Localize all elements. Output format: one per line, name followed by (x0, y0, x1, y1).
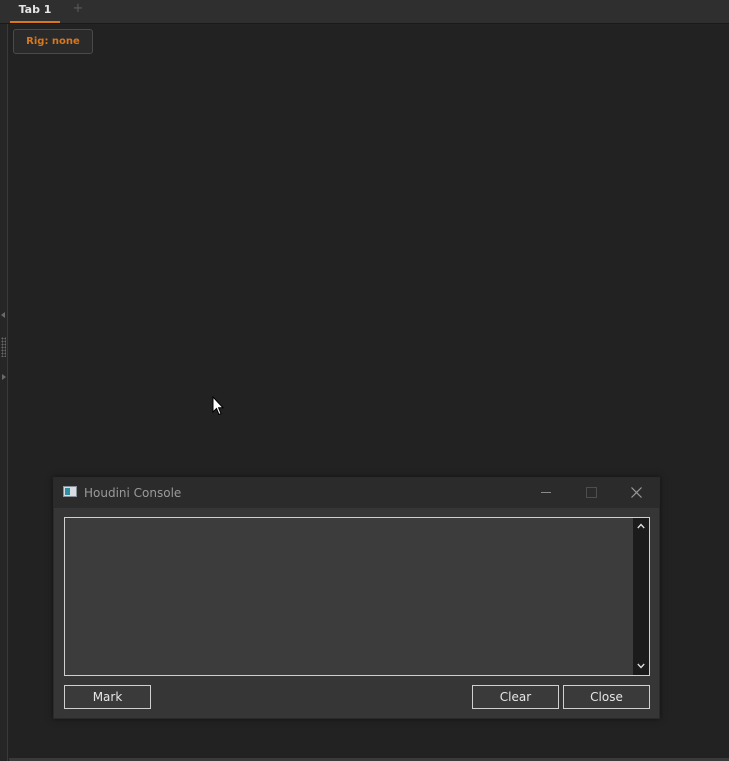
left-pane-splitter[interactable] (0, 24, 8, 761)
console-output[interactable] (64, 517, 650, 676)
tab-1[interactable]: Tab 1 (10, 0, 60, 23)
expand-right-arrow-icon[interactable] (2, 374, 6, 380)
close-window-button[interactable] (614, 478, 658, 508)
scroll-up-button[interactable] (633, 520, 649, 534)
close-button[interactable]: Close (563, 685, 650, 709)
chevron-down-icon (637, 663, 645, 669)
splitter-grip-icon[interactable] (1, 337, 6, 357)
add-tab-button[interactable]: + (72, 2, 84, 18)
dialog-titlebar[interactable]: Houdini Console (54, 478, 659, 508)
rig-selector-button[interactable]: Rig: none (13, 29, 93, 54)
tab-bar: Tab 1 + (0, 0, 729, 24)
houdini-console-dialog: Houdini Console Mark Clear Close (53, 477, 660, 719)
clear-button[interactable]: Clear (472, 685, 559, 709)
houdini-console-icon (63, 486, 77, 497)
mouse-pointer-icon (212, 396, 224, 416)
close-icon (631, 487, 642, 498)
minimize-button[interactable] (524, 478, 568, 508)
console-scrollbar[interactable] (633, 518, 649, 675)
dialog-title: Houdini Console (84, 486, 182, 500)
scroll-down-button[interactable] (633, 660, 649, 674)
houdini-app-window: Tab 1 + Rig: none Houdini Console Mark C… (0, 0, 729, 761)
chevron-up-icon (637, 523, 645, 529)
maximize-button[interactable] (568, 478, 612, 508)
collapse-left-arrow-icon[interactable] (1, 312, 5, 318)
mark-button[interactable]: Mark (64, 685, 151, 709)
console-output-text (67, 520, 631, 673)
